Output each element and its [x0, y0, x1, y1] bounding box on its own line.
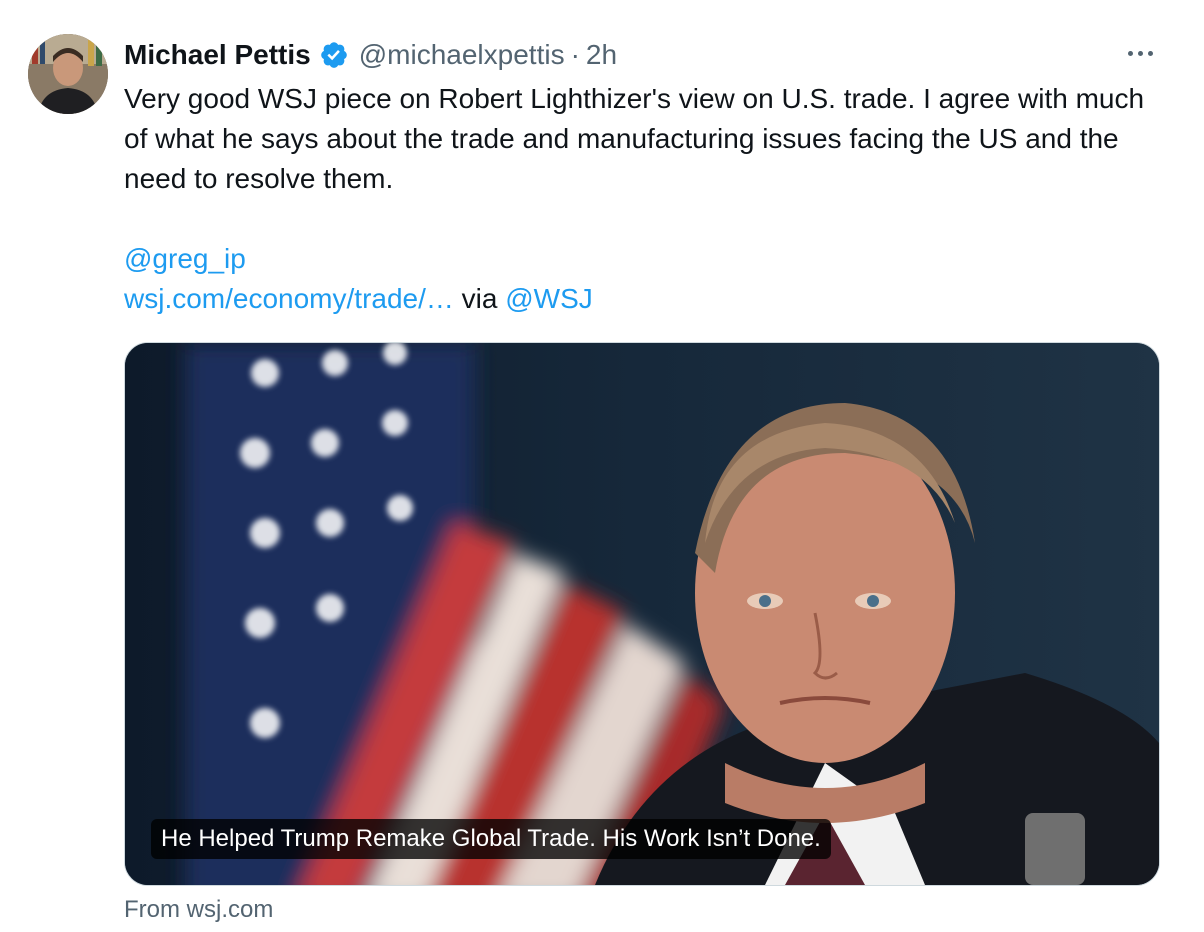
via-text: via [453, 283, 506, 314]
separator-dot: · [570, 39, 580, 70]
author-handle[interactable]: @michaelxpettis [359, 36, 565, 74]
timestamp[interactable]: 2h [586, 36, 617, 74]
tweet-text: Very good WSJ piece on Robert Lighthizer… [124, 79, 1164, 319]
more-horizontal-icon[interactable] [1120, 38, 1160, 68]
author-name[interactable]: Michael Pettis [124, 36, 311, 74]
card-image [125, 343, 1159, 885]
card-caption: He Helped Trump Remake Global Trade. His… [151, 819, 831, 859]
more-dot [1147, 50, 1153, 56]
mention-greg-ip[interactable]: @greg_ip [124, 243, 246, 274]
link-line: wsj.com/economy/trade/… via @WSJ [124, 279, 1164, 319]
verified-badge-icon[interactable] [319, 40, 349, 70]
more-dot [1127, 50, 1133, 56]
link-card[interactable]: He Helped Trump Remake Global Trade. His… [124, 342, 1160, 886]
tweet-header: Michael Pettis @michaelxpettis · 2h [124, 36, 617, 74]
card-source[interactable]: From wsj.com [124, 892, 273, 928]
more-dot [1137, 50, 1143, 56]
tweet[interactable]: Michael Pettis @michaelxpettis · 2h Very… [0, 0, 1204, 932]
avatar-image [28, 34, 108, 114]
mention-wsj[interactable]: @WSJ [505, 283, 593, 314]
article-link[interactable]: wsj.com/economy/trade/… [124, 283, 454, 314]
mention-line: @greg_ip [124, 239, 1164, 279]
tweet-body: Very good WSJ piece on Robert Lighthizer… [124, 83, 1145, 194]
avatar[interactable] [28, 34, 108, 114]
